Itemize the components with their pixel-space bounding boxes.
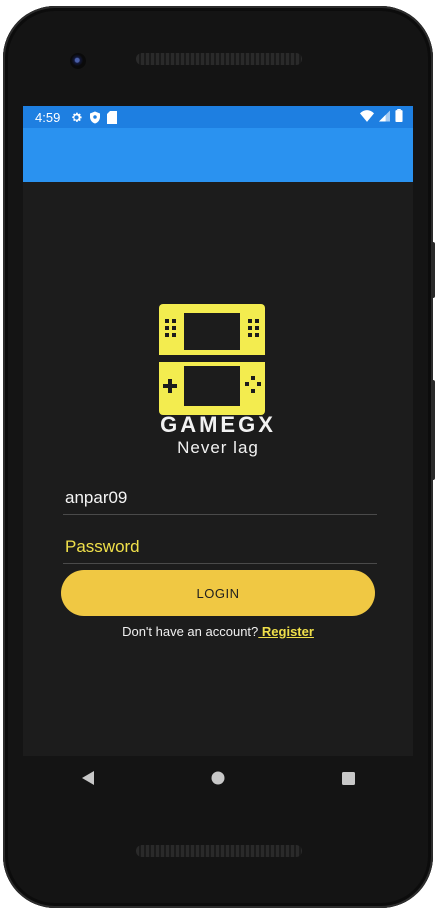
- signup-prompt-text: Don't have an account?: [122, 624, 259, 639]
- status-bar: 4:59: [23, 106, 413, 128]
- login-button[interactable]: LOGIN: [61, 570, 375, 616]
- login-button-label: LOGIN: [196, 585, 240, 601]
- power-button: [431, 380, 435, 480]
- volume-button: [431, 242, 435, 298]
- app-bar: [23, 128, 413, 182]
- nav-bar: [23, 756, 413, 800]
- back-icon[interactable]: [68, 758, 108, 798]
- brand-name: GAMEGX: [160, 412, 276, 437]
- gamegx-logo-icon: [159, 304, 265, 415]
- signal-icon: [379, 110, 390, 125]
- username-field[interactable]: anpar09: [63, 484, 377, 515]
- front-camera: [70, 53, 86, 69]
- brand-tagline: Never lag: [177, 438, 259, 457]
- home-icon[interactable]: [198, 758, 238, 798]
- sd-card-icon: [107, 110, 118, 124]
- wifi-icon: [360, 109, 374, 125]
- recents-icon[interactable]: [328, 758, 368, 798]
- screen: 4:59 GAMEGX Never lag anpar09 Password L…: [23, 106, 413, 756]
- password-field[interactable]: Password: [63, 533, 377, 564]
- top-speaker: [136, 53, 302, 65]
- bottom-speaker: [136, 845, 302, 857]
- shield-icon: [89, 111, 101, 124]
- signup-prompt: Don't have an account? Register: [23, 624, 413, 639]
- gear-icon: [70, 111, 83, 124]
- register-link[interactable]: Register: [258, 624, 314, 639]
- battery-icon: [395, 109, 403, 125]
- status-time: 4:59: [35, 109, 61, 125]
